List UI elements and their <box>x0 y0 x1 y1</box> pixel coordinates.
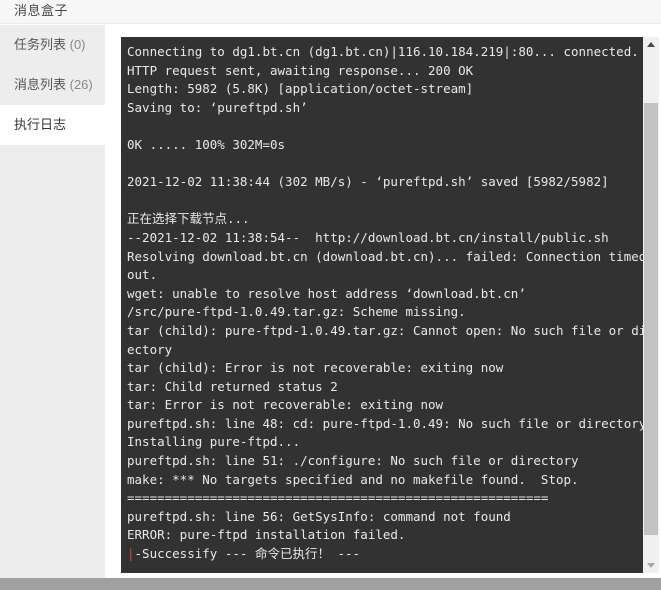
terminal-output[interactable]: Connecting to dg1.bt.cn (dg1.bt.cn)|116.… <box>121 37 643 573</box>
terminal-line: Resolving download.bt.cn (download.bt.cn… <box>127 248 643 264</box>
terminal-line: pureftpd.sh: line 51: ./configure: No su… <box>127 453 579 469</box>
terminal-line: ectory <box>127 341 173 357</box>
terminal-line: 正在选择下载节点... <box>127 211 250 227</box>
terminal-line: 2021-12-02 11:38:44 (302 MB/s) - ‘pureft… <box>127 174 609 190</box>
terminal-line: tar: Error is not recoverable: exiting n… <box>127 397 444 413</box>
terminal-line: tar: Child returned status 2 <box>127 378 338 394</box>
terminal-line: 0K ..... 100% 302M=0s <box>127 136 286 152</box>
terminal-line: pureftpd.sh: line 56: GetSysInfo: comman… <box>127 508 511 524</box>
terminal-cursor-pipe: | <box>127 546 135 562</box>
terminal-final-line: |-Successify --- 命令已执行！ --- <box>127 545 637 564</box>
sidebar-item-task-list[interactable]: 任务列表 (0) <box>0 25 105 65</box>
sidebar-item-execution-log[interactable]: 执行日志 <box>0 105 105 145</box>
terminal-line: /src/pure-ftpd-1.0.49.tar.gz: Scheme mis… <box>127 304 466 320</box>
scroll-down-arrow-button[interactable] <box>643 557 659 573</box>
terminal-line: HTTP request sent, awaiting response... … <box>127 62 474 78</box>
sidebar-item-message-list[interactable]: 消息列表 (26) <box>0 65 105 105</box>
vertical-scrollbar-thumb[interactable] <box>644 103 658 535</box>
message-box-panel: 消息盒子 任务列表 (0) 消息列表 (26) 执行日志 Connecting to… <box>0 0 661 590</box>
terminal-line: tar (child): pure-ftpd-1.0.49.tar.gz: Ca… <box>127 322 643 338</box>
sidebar: 任务列表 (0) 消息列表 (26) 执行日志 <box>0 25 105 578</box>
terminal-line: make: *** No targets specified and no ma… <box>127 471 579 487</box>
terminal-line: wget: unable to resolve host address ‘do… <box>127 285 526 301</box>
chevron-up-icon <box>647 42 655 47</box>
vertical-scrollbar[interactable] <box>643 37 659 573</box>
terminal-line: ERROR: pure-ftpd installation failed. <box>127 527 406 543</box>
terminal-line: Installing pure-ftpd... <box>127 434 301 450</box>
sidebar-item-label: 任务列表 <box>14 37 67 52</box>
terminal-line: pureftpd.sh: line 48: cd: pure-ftpd-1.0.… <box>127 415 643 431</box>
horizontal-scrollbar[interactable] <box>0 578 661 590</box>
content-area: Connecting to dg1.bt.cn (dg1.bt.cn)|116.… <box>105 25 661 578</box>
horizontal-scrollbar-track[interactable] <box>0 578 661 590</box>
sidebar-item-label: 执行日志 <box>14 117 67 132</box>
terminal-line: --2021-12-02 11:38:54-- http://download.… <box>127 229 609 245</box>
terminal-line: Connecting to dg1.bt.cn (dg1.bt.cn)|116.… <box>127 44 639 59</box>
terminal-line: out. <box>127 267 158 283</box>
terminal-final-line-text: -Successify --- 命令已执行！ --- <box>134 546 361 562</box>
terminal-line: Length: 5982 (5.8K) [application/octet-s… <box>127 81 474 97</box>
chevron-down-icon <box>647 563 655 568</box>
terminal-line: Saving to: ‘pureftpd.sh’ <box>127 99 308 115</box>
page-title: 消息盒子 <box>14 3 69 18</box>
panel-header: 消息盒子 <box>0 0 661 24</box>
sidebar-item-label: 消息列表 <box>14 77 67 92</box>
execution-log-terminal: Connecting to dg1.bt.cn (dg1.bt.cn)|116.… <box>121 37 659 573</box>
sidebar-item-count: (0) <box>66 37 86 52</box>
scroll-up-arrow-button[interactable] <box>643 37 659 53</box>
terminal-line: ========================================… <box>127 490 549 506</box>
sidebar-item-count: (26) <box>66 77 93 92</box>
terminal-line: tar (child): Error is not recoverable: e… <box>127 360 504 376</box>
